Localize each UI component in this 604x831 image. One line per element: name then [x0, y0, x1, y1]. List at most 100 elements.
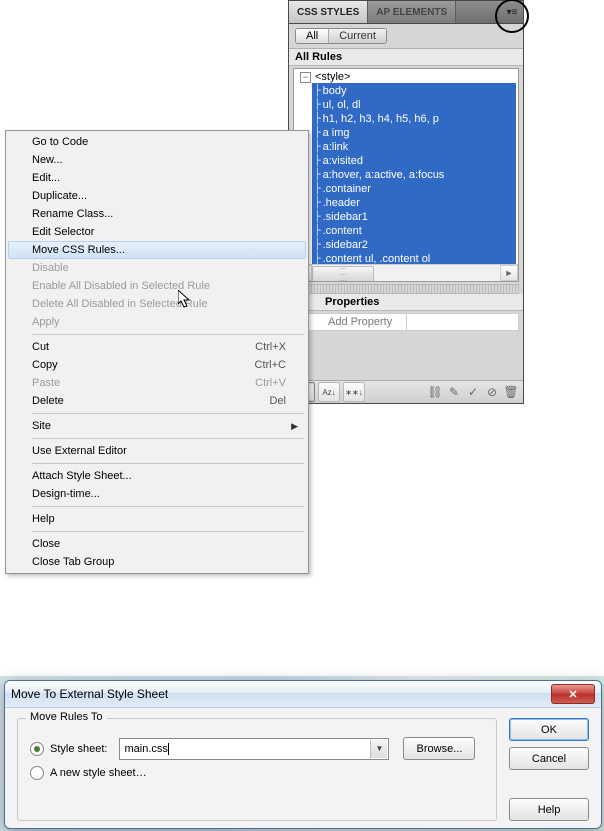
- menu-item-label: Edit...: [32, 172, 60, 184]
- rules-tree[interactable]: − <style> ├body ├ul, ol, dl ├h1, h2, h3,…: [293, 68, 519, 282]
- tree-root-style[interactable]: − <style>: [298, 71, 516, 83]
- context-menu: Go to Code New... Edit... Duplicate... Renam…: [5, 130, 309, 574]
- menu-item[interactable]: Delete Del: [8, 392, 306, 410]
- rule-item: ├a:link: [314, 140, 514, 154]
- menu-item[interactable]: Use External Editor: [8, 442, 306, 460]
- chevron-down-icon[interactable]: ▼: [370, 740, 387, 758]
- menu-item-label: New...: [32, 154, 63, 166]
- stylesheet-combo-value: main.css: [124, 743, 167, 755]
- menu-item-shortcut: Ctrl+C: [255, 359, 286, 371]
- help-button[interactable]: Help: [509, 798, 589, 821]
- group-legend: Move Rules To: [26, 711, 107, 723]
- annotation-circle: [495, 0, 529, 33]
- disable-rule-icon[interactable]: ⊘: [484, 384, 500, 400]
- menu-item[interactable]: Design-time...: [8, 485, 306, 503]
- scroll-right-arrow[interactable]: ►: [500, 265, 518, 281]
- mode-current-button[interactable]: Current: [329, 29, 386, 43]
- show-list-view-button[interactable]: Az↓: [318, 382, 340, 402]
- menu-item[interactable]: New...: [8, 151, 306, 169]
- rule-item: ├.sidebar1: [314, 210, 514, 224]
- menu-item[interactable]: Duplicate...: [8, 187, 306, 205]
- panel-footer: ≡ Az↓ ∗∗↓ ⛓ ✎ ✓ ⊘ 🗑: [289, 380, 523, 403]
- collapse-icon[interactable]: −: [300, 72, 311, 83]
- browse-button[interactable]: Browse...: [403, 737, 475, 760]
- menu-item-label: Design-time...: [32, 488, 100, 500]
- move-to-external-dialog: Move To External Style Sheet ✕ Move Rule…: [4, 680, 602, 829]
- radio-new-stylesheet[interactable]: [30, 766, 44, 780]
- rule-item: ├.sidebar2: [314, 238, 514, 252]
- menu-item-label: Disable: [32, 262, 69, 274]
- menu-item[interactable]: Copy Ctrl+C: [8, 356, 306, 374]
- add-property-link[interactable]: Add Property: [328, 316, 392, 328]
- menu-item: Paste Ctrl+V: [8, 374, 306, 392]
- css-styles-panel: CSS STYLES AP ELEMENTS ▾≡ All Current Al…: [288, 0, 524, 404]
- menu-item[interactable]: Edit...: [8, 169, 306, 187]
- move-rules-to-group: Move Rules To Style sheet: main.css ▼ Br…: [17, 718, 497, 821]
- menu-item[interactable]: Move CSS Rules...: [8, 241, 306, 259]
- rules-selection[interactable]: ├body ├ul, ol, dl ├h1, h2, h3, h4, h5, h…: [312, 83, 516, 282]
- menu-item[interactable]: Edit Selector: [8, 223, 306, 241]
- dialog-title-text: Move To External Style Sheet: [11, 687, 551, 701]
- rule-item: ├.container: [314, 182, 514, 196]
- menu-item: Enable All Disabled in Selected Rule: [8, 277, 306, 295]
- attach-stylesheet-icon[interactable]: ⛓: [427, 384, 443, 400]
- menu-item-label: Go to Code: [32, 136, 88, 148]
- properties-area: Add Property: [293, 313, 519, 331]
- menu-item-label: Duplicate...: [32, 190, 87, 202]
- menu-item[interactable]: Close: [8, 535, 306, 553]
- tab-ap-elements[interactable]: AP ELEMENTS: [368, 1, 456, 23]
- menu-item-label: Copy: [32, 359, 58, 371]
- menu-item[interactable]: Go to Code: [8, 133, 306, 151]
- mode-all-button[interactable]: All: [296, 29, 329, 43]
- menu-item-shortcut: Ctrl+V: [255, 377, 286, 389]
- menu-item-label: Close Tab Group: [32, 556, 114, 568]
- menu-item-label: Apply: [32, 316, 60, 328]
- mode-toggle-row: All Current: [289, 24, 523, 49]
- panel-tabbar: CSS STYLES AP ELEMENTS ▾≡: [289, 1, 523, 24]
- rule-item: ├.header: [314, 196, 514, 210]
- section-properties-header: Properties: [289, 294, 523, 311]
- radio-style-sheet-label: Style sheet:: [50, 743, 107, 755]
- menu-item: Disable: [8, 259, 306, 277]
- scroll-thumb[interactable]: [312, 266, 374, 282]
- rule-item: ├h1, h2, h3, h4, h5, h6, p: [314, 112, 514, 126]
- resize-grip[interactable]: [293, 284, 519, 294]
- new-rule-icon[interactable]: ✎: [446, 384, 462, 400]
- radio-new-stylesheet-label: A new style sheet…: [50, 767, 147, 779]
- menu-item[interactable]: Cut Ctrl+X: [8, 338, 306, 356]
- menu-item-shortcut: Ctrl+X: [255, 341, 286, 353]
- rule-item: ├a:hover, a:active, a:focus: [314, 168, 514, 182]
- mouse-cursor-icon: [178, 290, 194, 310]
- menu-item[interactable]: Help: [8, 510, 306, 528]
- rule-item: ├.content: [314, 224, 514, 238]
- stylesheet-combo[interactable]: main.css ▼: [119, 738, 389, 760]
- tab-css-styles[interactable]: CSS STYLES: [289, 1, 368, 23]
- menu-item-label: Rename Class...: [32, 208, 113, 220]
- ok-button[interactable]: OK: [509, 718, 589, 741]
- rule-item: ├a:visited: [314, 154, 514, 168]
- tree-root-label: <style>: [315, 71, 350, 83]
- menu-item[interactable]: Close Tab Group: [8, 553, 306, 571]
- dialog-titlebar[interactable]: Move To External Style Sheet ✕: [5, 681, 601, 708]
- menu-item-label: Paste: [32, 377, 60, 389]
- dialog-close-button[interactable]: ✕: [551, 684, 595, 704]
- show-only-set-button[interactable]: ∗∗↓: [343, 382, 365, 402]
- cancel-button[interactable]: Cancel: [509, 747, 589, 770]
- menu-item: Apply: [8, 313, 306, 331]
- radio-style-sheet[interactable]: [30, 742, 44, 756]
- horizontal-scrollbar[interactable]: ◄ ►: [294, 264, 518, 281]
- rule-item: ├a img: [314, 126, 514, 140]
- section-all-rules-header: All Rules: [289, 49, 523, 66]
- menu-item[interactable]: Site ▶: [8, 417, 306, 435]
- menu-item-shortcut: Del: [269, 395, 286, 407]
- menu-item-label: Site: [32, 420, 51, 432]
- menu-item[interactable]: Rename Class...: [8, 205, 306, 223]
- menu-item-label: Close: [32, 538, 60, 550]
- menu-item-label: Cut: [32, 341, 49, 353]
- delete-rule-icon[interactable]: 🗑: [503, 384, 519, 400]
- edit-rule-icon[interactable]: ✓: [465, 384, 481, 400]
- submenu-arrow-icon: ▶: [291, 421, 298, 432]
- menu-item-label: Attach Style Sheet...: [32, 470, 132, 482]
- menu-item-label: Delete: [32, 395, 64, 407]
- menu-item[interactable]: Attach Style Sheet...: [8, 467, 306, 485]
